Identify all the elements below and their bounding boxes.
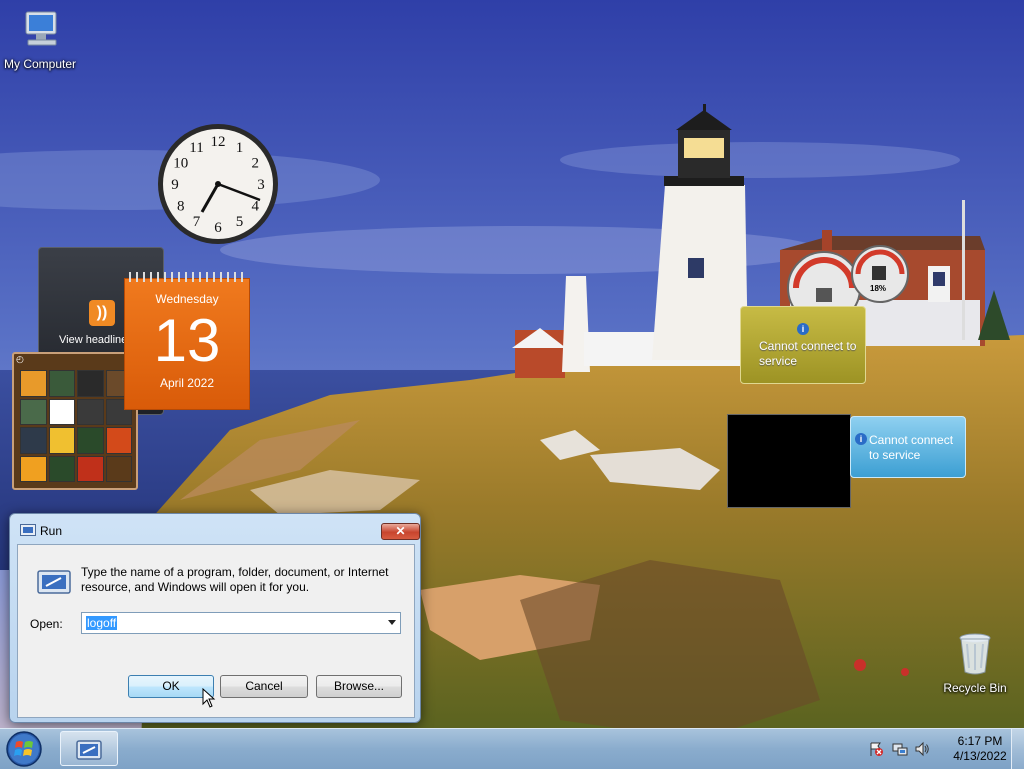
clock-date: 4/13/2022 [953, 749, 1007, 763]
clock-numeral: 3 [257, 177, 265, 193]
clock-numeral: 7 [193, 214, 201, 230]
calendar-gadget[interactable]: Wednesday 13 April 2022 [124, 272, 250, 410]
start-button[interactable] [4, 730, 44, 768]
info-icon: i [797, 323, 809, 335]
desktop-icon-label: My Computer [3, 57, 77, 71]
puzzle-grid[interactable] [20, 370, 132, 482]
rss-icon: )) [89, 300, 115, 326]
meter-dials [787, 245, 909, 325]
browse-button[interactable]: Browse... [316, 675, 402, 698]
open-label: Open: [30, 617, 63, 631]
run-large-icon [37, 570, 71, 594]
run-titlebar[interactable]: Run ✕ [10, 514, 420, 544]
clock-numeral: 5 [236, 214, 244, 230]
cancel-button[interactable]: Cancel [220, 675, 308, 698]
run-body: Type the name of a program, folder, docu… [17, 544, 415, 718]
chevron-down-icon[interactable] [388, 620, 396, 625]
clock-numeral: 8 [177, 199, 185, 215]
desktop-icon-label: Recycle Bin [943, 681, 1007, 695]
desktop-icon-recycle-bin[interactable]: Recycle Bin [935, 630, 1015, 695]
weather-gadget-small[interactable]: i Cannot connect to service [740, 306, 866, 384]
calendar-month-year: April 2022 [159, 376, 215, 390]
taskbar: 6:17 PM 4/13/2022 [0, 728, 1024, 769]
recycle-bin-icon [959, 633, 991, 675]
volume-icon[interactable] [914, 741, 930, 757]
window-title: Run [40, 524, 63, 538]
info-icon: i [855, 433, 867, 445]
run-description: Type the name of a program, folder, docu… [81, 565, 389, 594]
clock-face: 12 12 3 45678 9 1011 [158, 124, 278, 244]
action-center-icon[interactable] [868, 741, 884, 757]
taskbar-clock[interactable]: 6:17 PM 4/13/2022 [940, 734, 1020, 764]
clock-numeral: 11 [189, 140, 203, 156]
close-icon: ✕ [395, 524, 406, 538]
windows-logo-icon [6, 731, 42, 767]
run-icon [20, 524, 36, 536]
clock-numeral: 6 [214, 220, 222, 236]
clock-gadget[interactable]: 12 1 2 3 4 5 6 7 8 9 10 11 [156, 122, 280, 246]
weather-message: Cannot connect to service [869, 433, 954, 462]
taskbar-item-run[interactable] [60, 731, 118, 766]
clock-numeral: 1 [236, 140, 244, 156]
clock-time: 6:17 PM [957, 734, 1003, 748]
slideshow-gadget[interactable] [727, 414, 851, 508]
network-icon[interactable] [892, 741, 908, 757]
clock-numeral: 2 [251, 156, 259, 172]
puzzle-header-icon: ◴ [16, 354, 24, 364]
close-button[interactable]: ✕ [381, 523, 420, 540]
mouse-cursor-icon [202, 688, 216, 708]
clock-numeral: 4 [251, 199, 259, 215]
system-tray: 6:17 PM 4/13/2022 [862, 729, 1024, 769]
cpu-meter-gadget[interactable]: 18% [786, 244, 910, 325]
weather-gadget-wide[interactable]: i Cannot connect to service [850, 416, 966, 478]
calendar-weekday: Wednesday [155, 292, 219, 306]
show-desktop-button[interactable] [1011, 729, 1024, 769]
weather-message: Cannot connect to service [759, 339, 857, 368]
meter-percent: 18% [870, 284, 887, 293]
open-combobox[interactable]: logoff [81, 612, 401, 634]
desktop-icon-my-computer[interactable]: My Computer [0, 8, 80, 71]
computer-icon [25, 11, 57, 46]
calendar-day-number: 13 [153, 307, 221, 374]
clock-numeral: 9 [171, 177, 179, 193]
picture-puzzle-gadget[interactable]: ◴ [12, 352, 138, 490]
clock-numeral: 10 [173, 156, 188, 172]
calendar-rings [129, 272, 245, 282]
open-input-value[interactable]: logoff [86, 616, 118, 630]
clock-numeral: 12 [211, 134, 226, 150]
run-icon [76, 740, 102, 760]
